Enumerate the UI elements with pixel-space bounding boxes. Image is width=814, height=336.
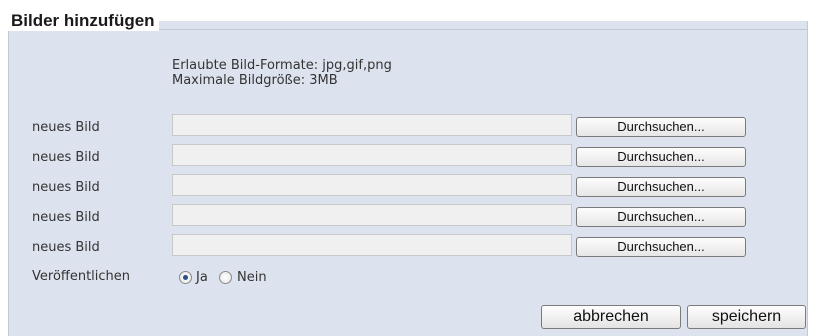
add-images-fieldset (8, 9, 808, 336)
upload-label: neues Bild (32, 210, 100, 225)
file-path-input[interactable] (172, 204, 572, 226)
browse-button[interactable]: Durchsuchen... (576, 177, 746, 197)
publish-label: Veröffentlichen (32, 269, 131, 284)
publish-no-label[interactable]: Nein (237, 270, 267, 285)
publish-yes-radio[interactable] (179, 271, 192, 284)
max-size-text: Maximale Bildgröße: 3MB (172, 73, 338, 88)
browse-button[interactable]: Durchsuchen... (576, 237, 746, 257)
browse-button[interactable]: Durchsuchen... (576, 207, 746, 227)
upload-label: neues Bild (32, 150, 100, 165)
upload-label: neues Bild (32, 240, 100, 255)
cancel-button[interactable]: abbrechen (541, 305, 681, 329)
file-path-input[interactable] (172, 174, 572, 196)
publish-yes-label[interactable]: Ja (196, 270, 208, 285)
browse-button[interactable]: Durchsuchen... (576, 147, 746, 167)
fieldset-legend: Bilder hinzufügen (8, 11, 159, 31)
file-path-input[interactable] (172, 144, 572, 166)
allowed-formats-text: Erlaubte Bild-Formate: jpg,gif,png (172, 58, 392, 73)
save-button[interactable]: speichern (687, 305, 806, 329)
browse-button[interactable]: Durchsuchen... (576, 117, 746, 137)
file-path-input[interactable] (172, 234, 572, 256)
file-path-input[interactable] (172, 114, 572, 136)
upload-info: Erlaubte Bild-Formate: jpg,gif,png Maxim… (172, 58, 392, 88)
upload-label: neues Bild (32, 180, 100, 195)
publish-no-radio[interactable] (219, 271, 232, 284)
upload-label: neues Bild (32, 120, 100, 135)
